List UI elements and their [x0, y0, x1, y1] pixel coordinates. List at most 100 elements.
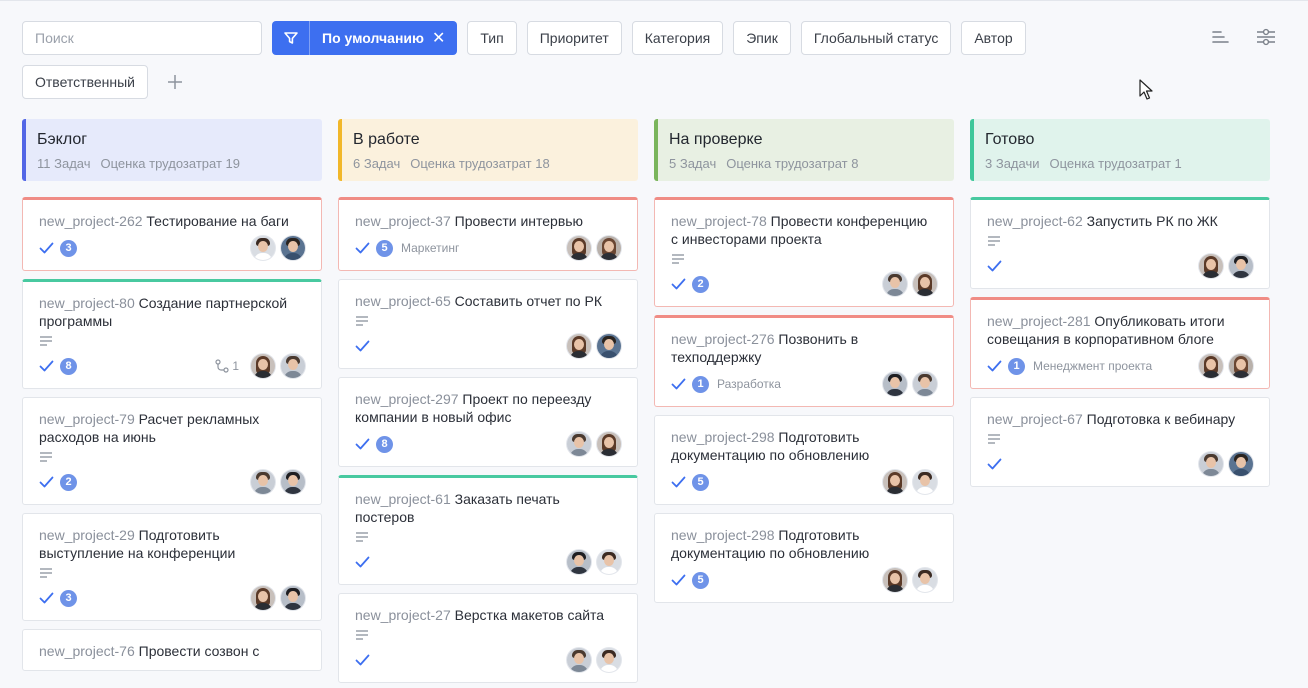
column-header[interactable]: Готово 3 Задачи Оценка трудозатрат 1 [970, 119, 1270, 181]
assignee-avatar[interactable] [597, 334, 621, 358]
check-icon [987, 360, 1002, 372]
assignee-avatar[interactable] [883, 272, 907, 296]
description-icon [40, 568, 52, 578]
assignee-avatar[interactable] [567, 432, 591, 456]
filter-priority[interactable]: Приоритет [526, 21, 622, 55]
task-id: new_project-65 [355, 293, 451, 309]
assignee-avatar[interactable] [913, 272, 937, 296]
task-title: new_project-297 Проект по переезду компа… [355, 390, 621, 426]
filter-category[interactable]: Категория [631, 21, 724, 55]
assignee-avatar[interactable] [1199, 254, 1223, 278]
assignee-avatar[interactable] [251, 586, 275, 610]
task-name: Составить отчет по РК [454, 293, 602, 309]
search-input[interactable] [22, 21, 262, 55]
task-title: new_project-27 Верстка макетов сайта [355, 606, 621, 624]
task-card[interactable]: new_project-297 Проект по переезду компа… [338, 377, 638, 467]
assignee-avatar[interactable] [1199, 354, 1223, 378]
assignee-avatar[interactable] [883, 470, 907, 494]
task-card[interactable]: new_project-61 Заказать печать постеров [338, 475, 638, 585]
task-title: new_project-29 Подготовить выступление н… [39, 526, 305, 562]
assignee-avatar[interactable] [567, 550, 591, 574]
task-card[interactable]: new_project-27 Верстка макетов сайта [338, 593, 638, 683]
filter-type[interactable]: Тип [467, 21, 517, 55]
task-card[interactable]: new_project-80 Создание партнерской прог… [22, 279, 322, 389]
task-card[interactable]: new_project-298 Подготовить документацию… [654, 513, 954, 603]
subtask-count-badge: 8 [376, 435, 393, 453]
assignees [567, 550, 621, 574]
assignee-avatar[interactable] [281, 470, 305, 494]
assignee-avatar[interactable] [913, 372, 937, 396]
task-card[interactable]: new_project-67 Подготовка к вебинару [970, 397, 1270, 487]
assignee-avatar[interactable] [883, 568, 907, 592]
assignee-avatar[interactable] [883, 372, 907, 396]
task-name: Запустить РК по ЖК [1086, 213, 1218, 229]
task-card[interactable]: new_project-79 Расчет рекламных расходов… [22, 397, 322, 505]
assignee-avatar[interactable] [913, 470, 937, 494]
assignee-avatar[interactable] [251, 236, 275, 260]
column-header[interactable]: В работе 6 Задач Оценка трудозатрат 18 [338, 119, 638, 181]
check-icon [39, 360, 54, 372]
task-card[interactable]: new_project-281 Опубликовать итоги совещ… [970, 297, 1270, 389]
linked-tasks[interactable]: 1 [215, 359, 239, 373]
task-card[interactable]: new_project-298 Подготовить документацию… [654, 415, 954, 505]
subtask-count-badge: 2 [60, 473, 77, 491]
task-card[interactable]: new_project-29 Подготовить выступление н… [22, 513, 322, 621]
column-2: На проверке 5 Задач Оценка трудозатрат 8 ne… [654, 119, 954, 688]
task-card[interactable]: new_project-65 Составить отчет по РК [338, 279, 638, 369]
task-card[interactable]: new_project-76 Провести созвон с [22, 629, 322, 671]
task-card[interactable]: new_project-62 Запустить РК по ЖК [970, 197, 1270, 289]
assignee-avatar[interactable] [567, 236, 591, 260]
plus-icon [167, 75, 182, 89]
clear-preset-icon[interactable]: ✕ [432, 21, 457, 55]
assignee-avatar[interactable] [281, 354, 305, 378]
column-cards: new_project-37 Провести интервью 5 Маркети… [338, 197, 638, 688]
task-id: new_project-281 [987, 313, 1091, 329]
description-icon [988, 434, 1000, 444]
assignee-avatar[interactable] [597, 432, 621, 456]
description-icon [40, 336, 52, 346]
assignee-avatar[interactable] [1229, 354, 1253, 378]
assignee-avatar[interactable] [251, 470, 275, 494]
task-title: new_project-62 Запустить РК по ЖК [987, 212, 1253, 230]
assignee-avatar[interactable] [1229, 452, 1253, 476]
filter-global-status[interactable]: Глобальный статус [800, 21, 952, 55]
assignee-avatar[interactable] [567, 648, 591, 672]
filter-assignee[interactable]: Ответственный [22, 65, 148, 99]
column-estimate: Оценка трудозатрат 18 [410, 156, 550, 171]
check-icon [39, 592, 54, 604]
check-icon [987, 260, 1002, 272]
task-name: Провести созвон с [138, 643, 260, 659]
task-card[interactable]: new_project-276 Позвонить в техподдержку… [654, 315, 954, 407]
assignee-avatar[interactable] [567, 334, 591, 358]
task-card[interactable]: new_project-262 Тестирование на баги 3 [22, 197, 322, 271]
assignee-avatar[interactable] [1199, 452, 1223, 476]
assignee-avatar[interactable] [281, 236, 305, 260]
column-cards: new_project-78 Провести конференцию с ин… [654, 197, 954, 611]
assignee-avatar[interactable] [597, 236, 621, 260]
task-name: Тестирование на баги [146, 213, 289, 229]
sort-icon[interactable] [1208, 25, 1232, 49]
assignee-avatar[interactable] [1229, 254, 1253, 278]
filter-author[interactable]: Автор [961, 21, 1026, 55]
assignees [1199, 452, 1253, 476]
assignee-avatar[interactable] [597, 648, 621, 672]
assignee-avatar[interactable] [597, 550, 621, 574]
column-header[interactable]: Бэклог 11 Задач Оценка трудозатрат 19 [22, 119, 322, 181]
task-id: new_project-61 [355, 491, 451, 507]
preset-filter-button[interactable]: По умолчанию ✕ [272, 21, 458, 55]
check-icon [671, 278, 686, 290]
description-icon [356, 316, 368, 326]
add-filter-button[interactable] [158, 65, 192, 99]
task-id: new_project-67 [987, 411, 1083, 427]
task-title: new_project-298 Подготовить документацию… [671, 428, 937, 464]
assignee-avatar[interactable] [251, 354, 275, 378]
task-card[interactable]: new_project-78 Провести конференцию с ин… [654, 197, 954, 307]
assignee-avatar[interactable] [281, 586, 305, 610]
task-title: new_project-61 Заказать печать постеров [355, 490, 621, 526]
description-icon [356, 532, 368, 542]
task-card[interactable]: new_project-37 Провести интервью 5 Маркети… [338, 197, 638, 271]
assignee-avatar[interactable] [913, 568, 937, 592]
settings-sliders-icon[interactable] [1254, 25, 1278, 49]
column-header[interactable]: На проверке 5 Задач Оценка трудозатрат 8 [654, 119, 954, 181]
filter-epic[interactable]: Эпик [733, 21, 791, 55]
